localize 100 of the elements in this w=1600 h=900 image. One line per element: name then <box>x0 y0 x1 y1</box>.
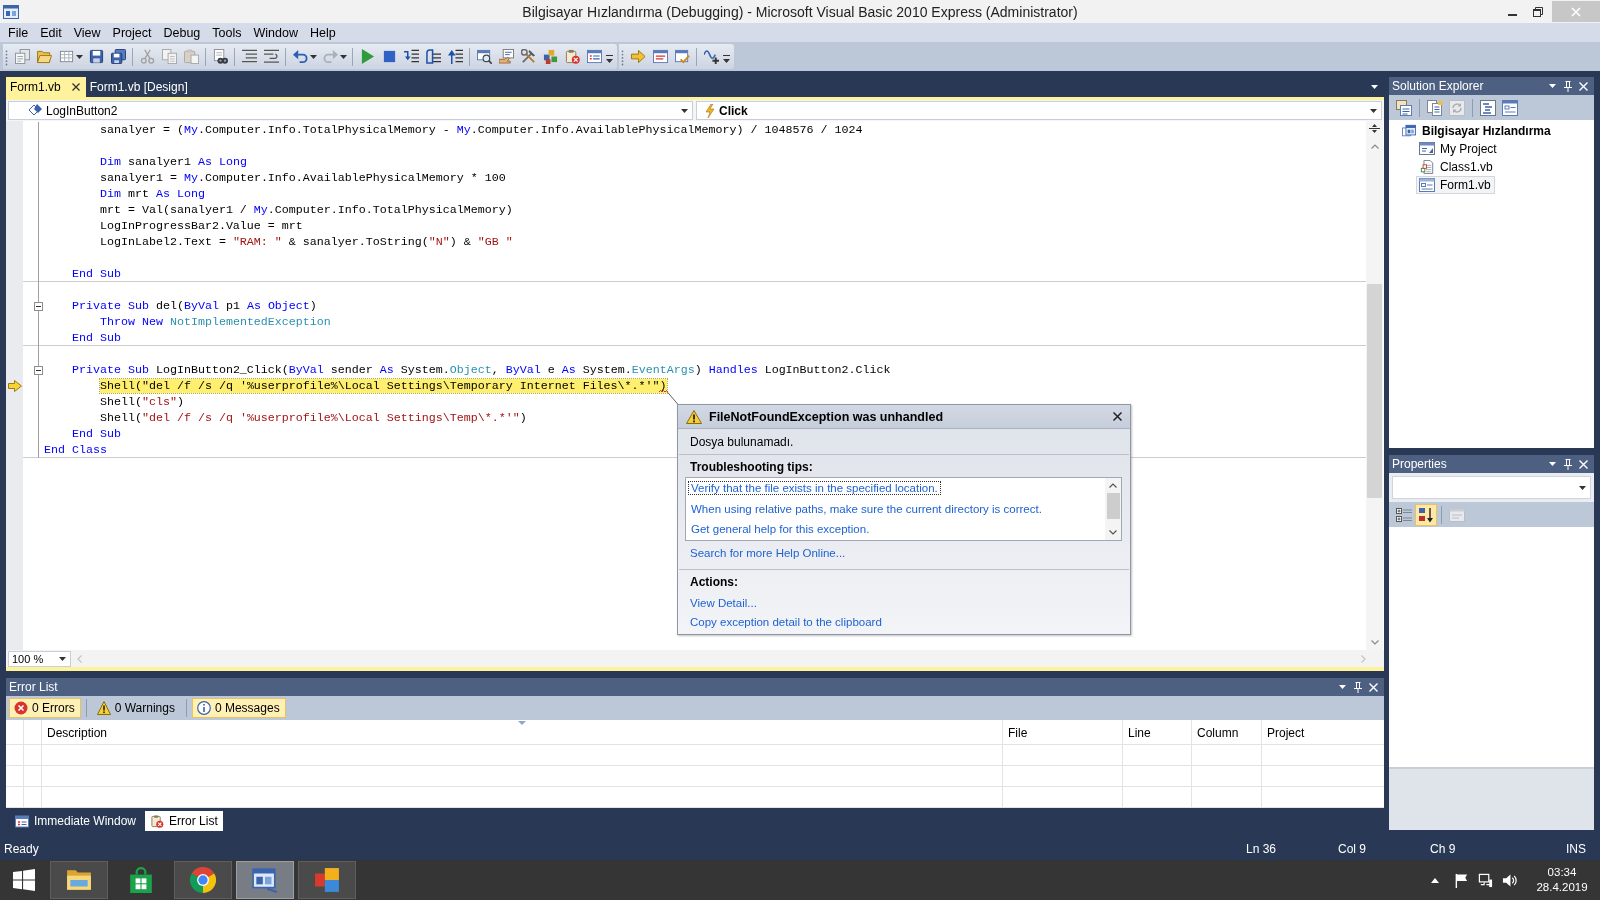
action-link[interactable]: View Detail... <box>690 596 757 609</box>
step-over-icon[interactable] <box>425 49 441 64</box>
pages-icon[interactable] <box>1427 99 1443 116</box>
caret-icon[interactable] <box>1371 85 1378 89</box>
scrollbar-thumb[interactable] <box>1106 493 1120 519</box>
action-link[interactable]: Copy exception detail to the clipboard <box>690 615 882 628</box>
caret-up-icon[interactable] <box>1431 877 1439 883</box>
step-out-icon[interactable] <box>447 49 463 64</box>
binoculars-page-icon[interactable] <box>212 49 228 64</box>
filter-button[interactable]: 0 Warnings <box>91 698 181 718</box>
wave-plus-icon[interactable] <box>703 49 719 64</box>
pin-icon[interactable] <box>1354 681 1362 693</box>
scrollbar[interactable] <box>1366 121 1383 650</box>
network-icon[interactable] <box>1478 872 1493 888</box>
menu-item[interactable]: Tools <box>206 25 248 40</box>
column-header[interactable]: Project <box>1267 725 1305 740</box>
stop-icon[interactable] <box>381 49 397 64</box>
save-icon[interactable] <box>88 49 104 64</box>
menu-item[interactable]: Help <box>304 25 342 40</box>
undo-icon[interactable] <box>292 49 308 64</box>
overflow-icon[interactable] <box>606 55 613 64</box>
column-header[interactable]: Line <box>1128 725 1151 740</box>
caret-icon[interactable] <box>1549 462 1556 466</box>
caret-icon[interactable] <box>340 54 347 59</box>
filter-button[interactable]: 0 Messages <box>191 698 286 718</box>
text-lines-icon[interactable] <box>241 49 257 64</box>
step-into-icon[interactable] <box>403 49 419 64</box>
window-pages-icon[interactable] <box>14 49 30 64</box>
sort-arrow-icon <box>1418 506 1434 523</box>
code-line: Shell("cls") <box>99 395 184 409</box>
restore-icon[interactable] <box>1533 6 1543 17</box>
volume-icon[interactable] <box>1502 872 1517 888</box>
hand-card-icon[interactable] <box>498 49 514 64</box>
document-tab[interactable]: Form1.vb [Design] <box>85 77 194 97</box>
tip-link[interactable]: When using relative paths, make sure the current directory is correct. <box>688 501 1045 516</box>
caret-icon[interactable] <box>1339 685 1346 689</box>
magnifier-window-icon[interactable] <box>476 49 492 64</box>
close-icon[interactable] <box>1113 412 1122 421</box>
window-check-icon[interactable] <box>674 49 690 64</box>
text-lines-hook-icon[interactable] <box>263 49 279 64</box>
save-all-icon[interactable] <box>110 49 126 64</box>
column-header[interactable]: Description <box>47 725 108 740</box>
menu-item[interactable]: Window <box>247 25 304 40</box>
event-dropdown[interactable]: Click <box>696 101 1382 120</box>
diamond-icon <box>28 103 42 118</box>
menu-item[interactable]: Debug <box>157 25 207 40</box>
menu-item[interactable]: Project <box>106 25 158 40</box>
folder-icon[interactable] <box>36 49 52 64</box>
minus-box-icon[interactable] <box>34 301 43 311</box>
caret-icon[interactable] <box>1549 84 1556 88</box>
play-icon[interactable] <box>359 49 375 64</box>
object-dropdown[interactable]: LogInButton2 <box>8 101 693 120</box>
minus-box-icon[interactable] <box>34 365 43 375</box>
tip-link[interactable]: Verify that the file exists in the specified location. <box>688 481 941 496</box>
window-list-icon[interactable] <box>652 49 668 64</box>
view-toggle[interactable] <box>1415 503 1437 526</box>
help-link[interactable]: Search for more Help Online... <box>690 546 846 559</box>
grip-icon[interactable] <box>5 47 8 66</box>
menu-item[interactable]: Edit <box>34 25 68 40</box>
scrollbar-thumb[interactable] <box>1367 284 1382 498</box>
tree-item[interactable]: My Project <box>1416 140 1501 158</box>
code-page-icon[interactable] <box>1480 99 1496 116</box>
pin-icon[interactable] <box>1564 80 1572 92</box>
squiggle-icon <box>659 390 668 393</box>
tree-item[interactable]: Form1.vb <box>1416 176 1495 194</box>
close-icon[interactable] <box>71 83 80 91</box>
clipboard-x-icon[interactable] <box>564 49 580 64</box>
zoom-dropdown[interactable]: 100 % <box>8 650 71 667</box>
taskbar-button[interactable] <box>174 861 232 899</box>
page-list-icon[interactable] <box>1396 99 1412 116</box>
arrow-right-icon[interactable] <box>630 49 646 64</box>
tip-link[interactable]: Get general help for this exception. <box>688 522 873 537</box>
start-icon[interactable] <box>13 869 35 891</box>
menu-item[interactable]: File <box>2 25 35 40</box>
filter-button[interactable]: 0 Errors <box>9 698 81 718</box>
tools-icon[interactable] <box>520 49 536 64</box>
pin-icon[interactable] <box>1564 458 1572 470</box>
caret-icon[interactable] <box>310 54 317 59</box>
blocks-icon[interactable] <box>542 49 558 64</box>
app-icon[interactable] <box>3 3 19 20</box>
split-handle-icon[interactable] <box>1369 124 1380 133</box>
taskbar-button[interactable] <box>50 861 108 899</box>
column-header[interactable]: File <box>1008 725 1028 740</box>
tree-item[interactable]: Bilgisayar Hızlandırma <box>1398 122 1555 140</box>
flag-icon[interactable] <box>1454 872 1469 888</box>
tree-item[interactable]: Class1.vb <box>1416 158 1497 176</box>
window-list-icon[interactable] <box>586 49 602 64</box>
minimize-icon[interactable] <box>1508 13 1517 16</box>
grip-icon[interactable] <box>621 47 624 66</box>
tool-window-tab[interactable]: Immediate Window <box>10 811 142 831</box>
caret-icon[interactable] <box>76 54 83 59</box>
arrow-icon <box>7 380 22 392</box>
code-line: LogInLabel2.Text = "RAM: " & sanalyer.ToString("N") & "GB " <box>99 235 513 249</box>
form-icon[interactable] <box>1502 99 1518 116</box>
scrollbar[interactable] <box>1105 478 1121 540</box>
column-header[interactable]: Column <box>1197 725 1239 740</box>
menu-item[interactable]: View <box>67 25 107 40</box>
overflow-icon[interactable] <box>723 55 730 64</box>
tool-window-tab[interactable]: Error List <box>145 811 223 831</box>
document-tab[interactable]: Form1.vb <box>6 77 86 97</box>
